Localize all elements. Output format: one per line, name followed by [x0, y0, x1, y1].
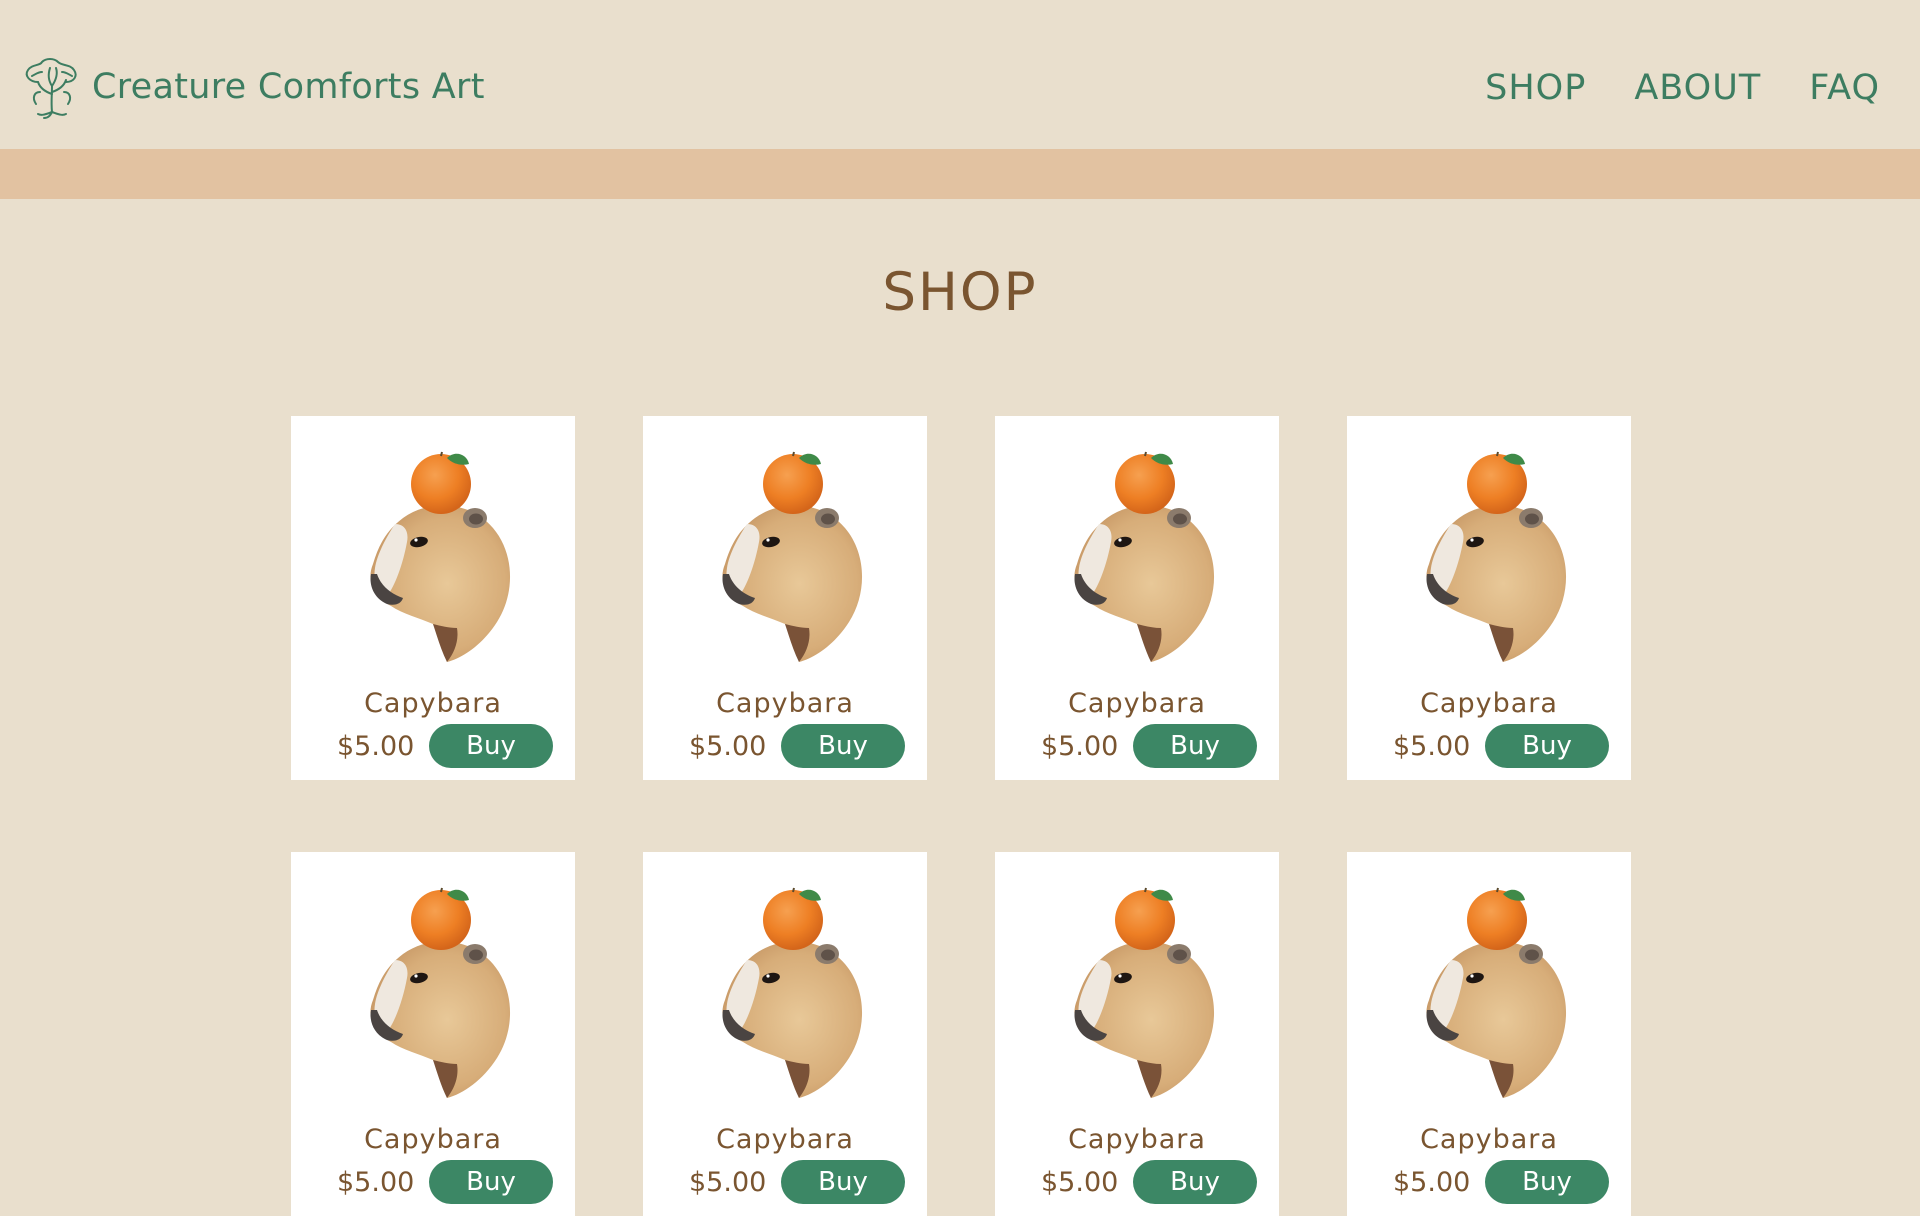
- product-card[interactable]: Capybara $5.00 Buy: [1347, 852, 1631, 1216]
- capybara-with-orange-icon[interactable]: [1399, 446, 1579, 666]
- capybara-with-orange-icon[interactable]: [695, 446, 875, 666]
- product-price: $5.00: [689, 731, 767, 762]
- site-header: Creature Comforts Art SHOP ABOUT FAQ: [0, 0, 1920, 149]
- product-price: $5.00: [689, 1167, 767, 1198]
- product-name: Capybara: [1068, 688, 1206, 719]
- nav-about[interactable]: ABOUT: [1634, 68, 1761, 108]
- product-card[interactable]: Capybara $5.00 Buy: [995, 416, 1279, 780]
- product-name: Capybara: [716, 1124, 854, 1155]
- product-card[interactable]: Capybara $5.00 Buy: [291, 416, 575, 780]
- product-price: $5.00: [1393, 731, 1471, 762]
- product-name: Capybara: [716, 688, 854, 719]
- product-card[interactable]: Capybara $5.00 Buy: [291, 852, 575, 1216]
- product-price: $5.00: [1041, 1167, 1119, 1198]
- capybara-with-orange-icon[interactable]: [695, 882, 875, 1102]
- capybara-with-orange-icon[interactable]: [343, 446, 523, 666]
- product-price: $5.00: [337, 731, 415, 762]
- nav-shop[interactable]: SHOP: [1485, 68, 1586, 108]
- buy-button[interactable]: Buy: [429, 724, 553, 768]
- buy-button[interactable]: Buy: [781, 1160, 905, 1204]
- product-name: Capybara: [1420, 1124, 1558, 1155]
- capybara-with-orange-icon[interactable]: [1399, 882, 1579, 1102]
- buy-button[interactable]: Buy: [429, 1160, 553, 1204]
- product-card[interactable]: Capybara $5.00 Buy: [643, 852, 927, 1216]
- product-card[interactable]: Capybara $5.00 Buy: [995, 852, 1279, 1216]
- nav-faq[interactable]: FAQ: [1809, 68, 1880, 108]
- brand-name: Creature Comforts Art: [92, 67, 485, 107]
- main-nav: SHOP ABOUT FAQ: [1485, 68, 1880, 108]
- product-price: $5.00: [337, 1167, 415, 1198]
- product-name: Capybara: [364, 688, 502, 719]
- product-name: Capybara: [364, 1124, 502, 1155]
- product-name: Capybara: [1068, 1124, 1206, 1155]
- product-price: $5.00: [1041, 731, 1119, 762]
- buy-button[interactable]: Buy: [1133, 724, 1257, 768]
- capybara-with-orange-icon[interactable]: [1047, 446, 1227, 666]
- buy-button[interactable]: Buy: [1485, 724, 1609, 768]
- page-title: SHOP: [882, 262, 1038, 323]
- product-name: Capybara: [1420, 688, 1558, 719]
- capybara-with-orange-icon[interactable]: [1047, 882, 1227, 1102]
- buy-button[interactable]: Buy: [1485, 1160, 1609, 1204]
- product-price: $5.00: [1393, 1167, 1471, 1198]
- header-divider-band: [0, 149, 1920, 199]
- tree-icon: [25, 58, 77, 119]
- capybara-with-orange-icon[interactable]: [343, 882, 523, 1102]
- product-card[interactable]: Capybara $5.00 Buy: [1347, 416, 1631, 780]
- buy-button[interactable]: Buy: [781, 724, 905, 768]
- product-card[interactable]: Capybara $5.00 Buy: [643, 416, 927, 780]
- buy-button[interactable]: Buy: [1133, 1160, 1257, 1204]
- home-logo-link[interactable]: Creature Comforts Art: [16, 54, 485, 120]
